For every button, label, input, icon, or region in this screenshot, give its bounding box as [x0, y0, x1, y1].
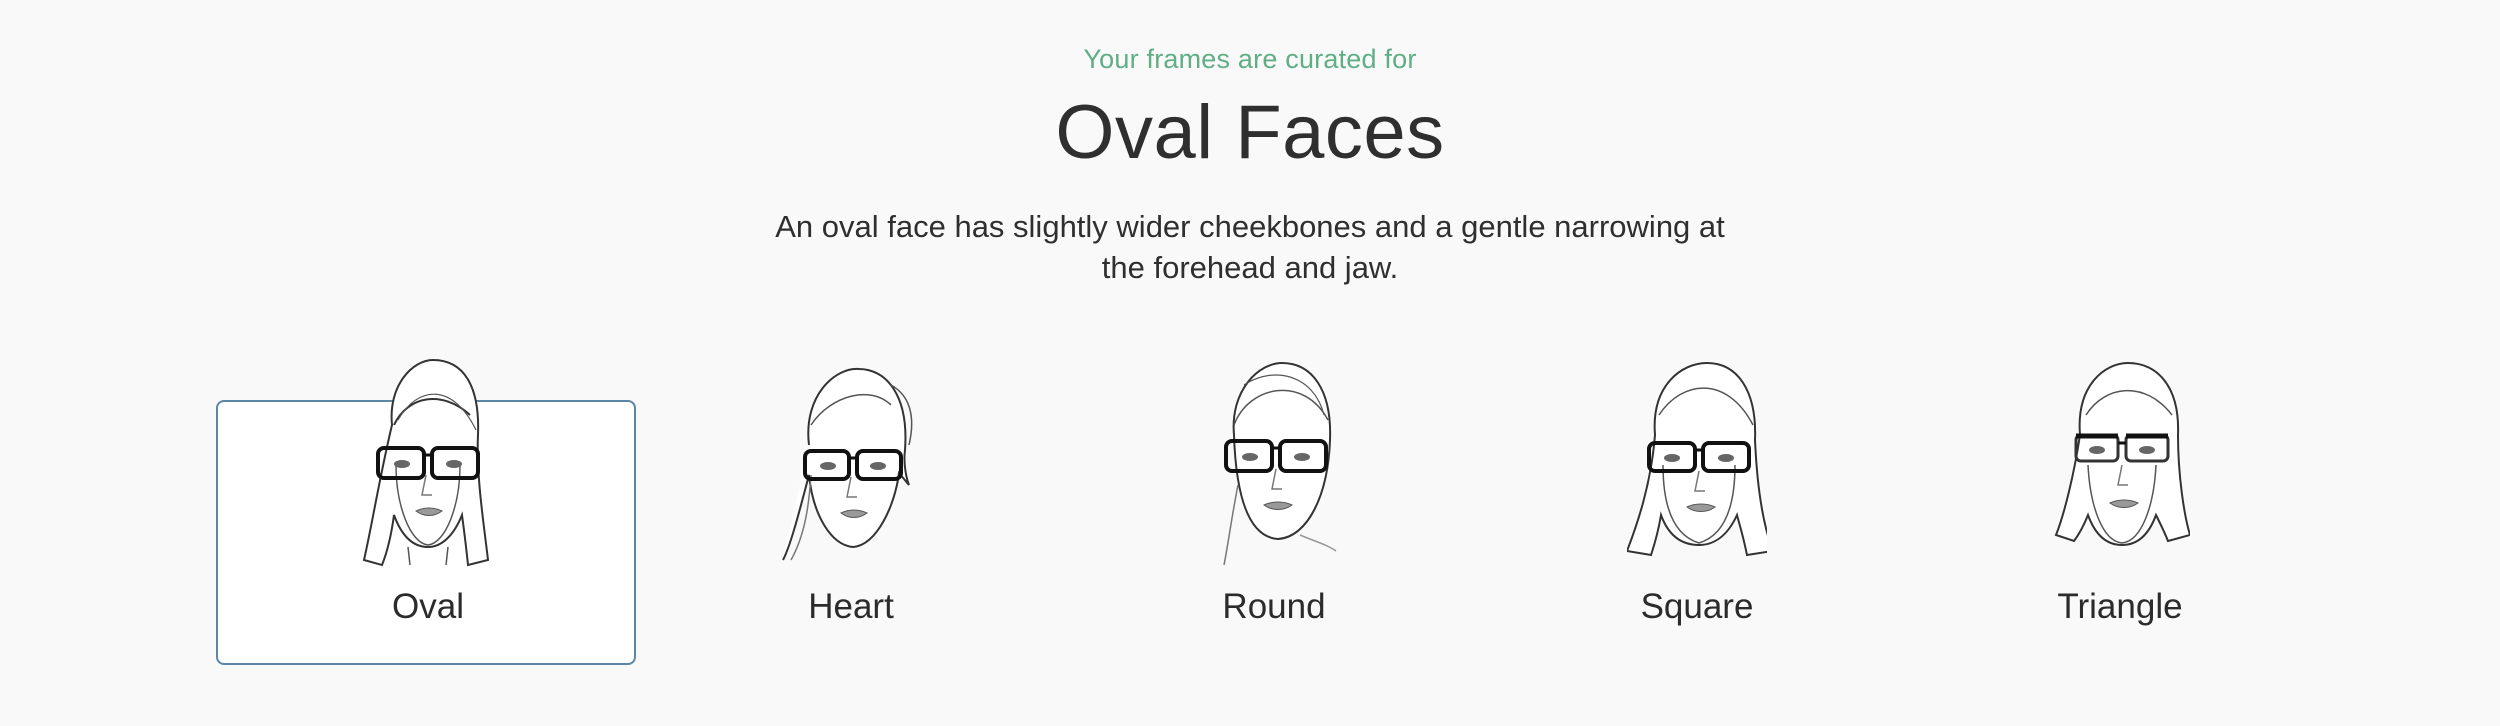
face-shape-section: Your frames are curated for Oval Faces A… — [0, 0, 2500, 726]
face-description: An oval face has slightly wider cheekbon… — [775, 209, 1725, 285]
eyebrow-text: Your frames are curated for — [1083, 44, 1417, 74]
square-face-illustration — [1627, 361, 1767, 557]
face-shape-label: Oval — [392, 587, 464, 626]
face-shape-label: Triangle — [2057, 587, 2183, 626]
triangle-face-illustration — [2054, 361, 2190, 547]
face-shape-heart[interactable]: Heart — [639, 355, 1063, 675]
face-shape-square[interactable]: Square — [1485, 355, 1909, 675]
round-face-illustration — [1223, 361, 1337, 566]
face-shape-label: Heart — [808, 587, 894, 626]
heart-face-illustration — [782, 367, 913, 561]
face-shape-oval[interactable]: Oval — [216, 355, 640, 675]
face-shape-triangle[interactable]: Triangle — [1908, 355, 2332, 675]
face-shape-label: Square — [1640, 587, 1754, 626]
page-title: Oval Faces — [1055, 90, 1445, 175]
face-shape-round[interactable]: Round — [1062, 355, 1486, 675]
face-shape-selector: Oval Heart Round Square Triangle — [0, 355, 2500, 685]
face-shape-label: Round — [1222, 587, 1326, 626]
oval-face-illustration — [362, 358, 490, 567]
